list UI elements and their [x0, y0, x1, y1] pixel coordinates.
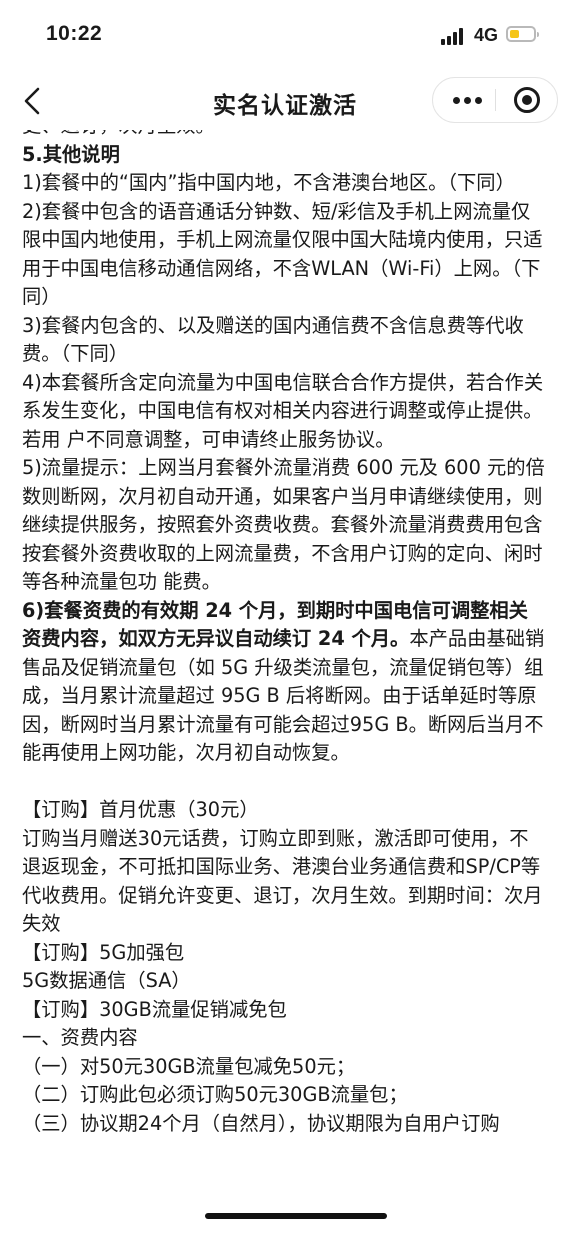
order-title: 【订购】首月优惠（30元）: [22, 798, 259, 821]
home-indicator: [205, 1213, 387, 1219]
more-button[interactable]: [443, 78, 491, 122]
terms-content: 更、退订，次月生效。 5.其他说明 1)套餐中的“国内”指中国内地，不含港澳台地…: [22, 112, 547, 1138]
terms-paragraph: 6)套餐资费的有效期 24 个月，到期时中国电信可调整相关资费内容，如双方无异议…: [22, 597, 547, 768]
tariff-heading: 一、资费内容: [22, 1026, 138, 1049]
network-type: 4G: [474, 25, 499, 45]
section-title: 5.其他说明: [22, 142, 120, 166]
terms-paragraph: 2)套餐中包含的语音通话分钟数、短/彩信及手机上网流量仅限中国内地使用，手机上网…: [22, 199, 543, 309]
tariff-item: （一）对50元30GB流量包减免50元；: [22, 1054, 356, 1078]
status-bar: 10:22 4G: [0, 0, 570, 72]
order-title: 【订购】5G加强包: [22, 940, 185, 964]
miniapp-capsule: [432, 77, 558, 123]
terms-paragraph: 3)套餐内包含的、以及赠送的国内通信费不含信息费等代收费。（下同）: [22, 313, 524, 366]
terms-paragraph: 4)本套餐所含定向流量为中国电信联合合作方提供，若合作关系发生变化，中国电信有权…: [22, 370, 544, 451]
navigation-bar: 实名认证激活: [0, 72, 570, 130]
terms-paragraph: 1)套餐中的“国内”指中国内地，不含港澳台地区。（下同）: [22, 171, 515, 194]
order-title: 【订购】30GB流量促销减免包: [22, 997, 287, 1021]
order-description: 订购当月赠送30元话费，订购立即到账，激活即可使用，不退返现金，不可抵扣国际业务…: [22, 826, 543, 936]
tariff-item: （二）订购此包必须订购50元30GB流量包；: [22, 1083, 408, 1106]
capsule-divider: [495, 89, 496, 111]
status-time: 10:22: [46, 22, 103, 45]
tariff-item: （三）协议期24个月（自然月），协议期限为自用户订购: [22, 1111, 500, 1135]
signal-icon: [441, 28, 467, 45]
terms-paragraph: 5)流量提示：上网当月套餐外流量消费 600 元及 600 元的倍数则断网，次月…: [22, 456, 545, 593]
close-miniapp-button[interactable]: [505, 78, 549, 122]
battery-icon: [506, 26, 539, 42]
order-description: 5G数据通信（SA）: [22, 969, 191, 992]
